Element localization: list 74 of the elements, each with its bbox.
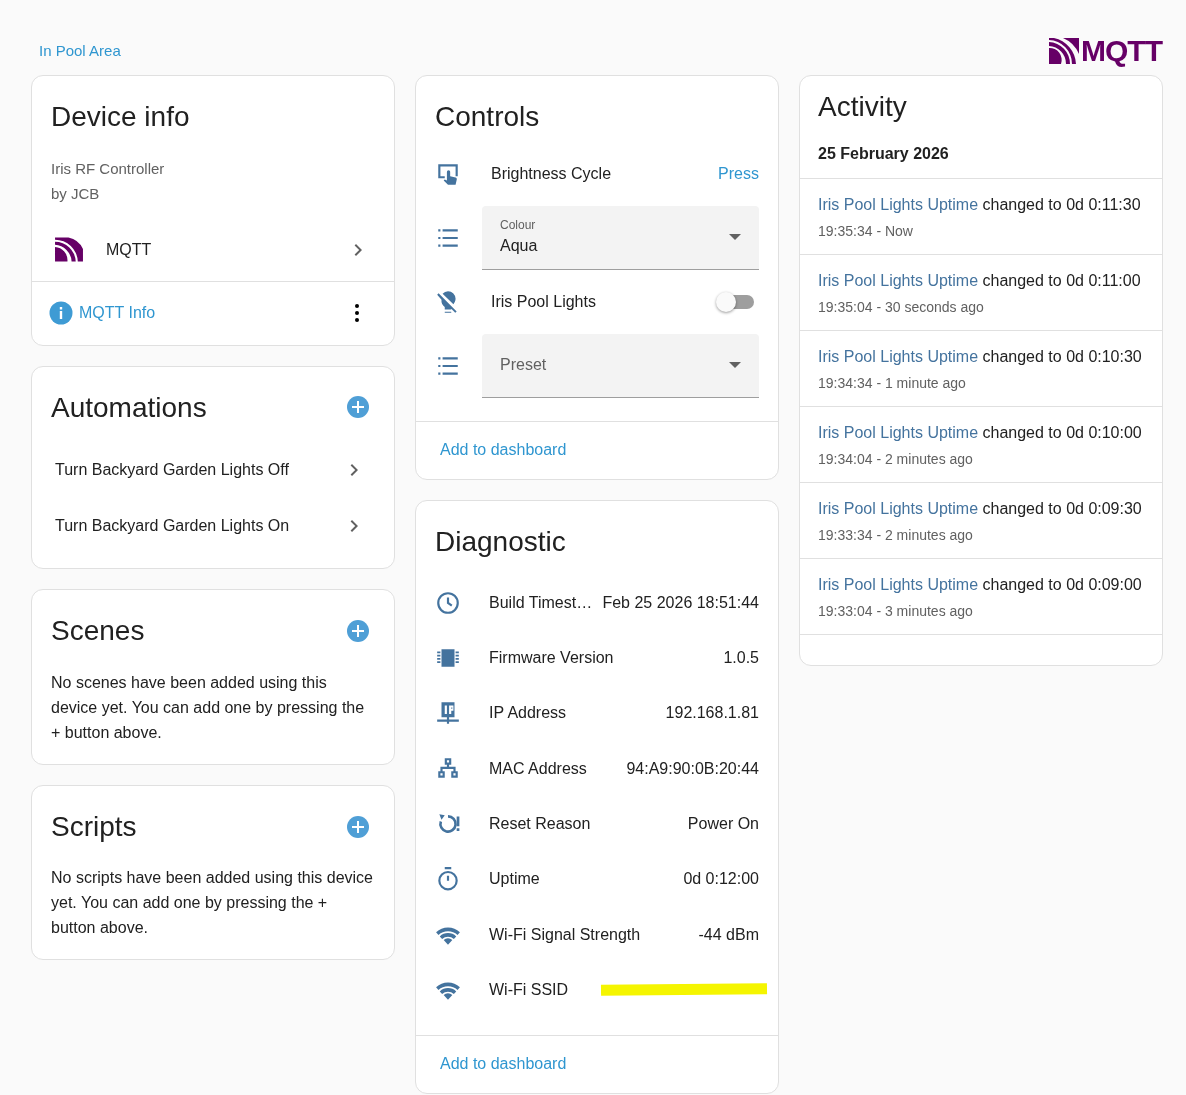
ip-network-icon xyxy=(435,700,461,727)
integration-row[interactable]: MQTT xyxy=(32,218,394,281)
toggle-switch[interactable] xyxy=(718,294,754,309)
entity-link[interactable]: Iris Pool Lights Uptime xyxy=(818,195,979,213)
select-field[interactable]: Colour Aqua xyxy=(482,205,759,270)
empty-message: No scenes have been added using this device yet. You can add one by pressing the + button above. xyxy=(50,672,366,743)
entity-link[interactable]: Iris Pool Lights Uptime xyxy=(818,499,979,517)
entity-link[interactable]: Iris Pool Lights Uptime xyxy=(818,423,979,441)
activity-time: 19:34:04 - 2 minutes ago xyxy=(818,449,974,469)
diagnostic-label: Firmware Version xyxy=(489,648,615,669)
field-label: Preset xyxy=(500,355,547,376)
card-title: Diagnostic xyxy=(434,524,567,559)
activity-message: Iris Pool Lights Uptime changed to 0d 0:11:30 xyxy=(818,194,1142,215)
add-to-dashboard-link[interactable]: Add to dashboard xyxy=(440,440,567,458)
automation-item[interactable]: Turn Backyard Garden Lights Off xyxy=(32,442,394,499)
activity-time: 19:33:34 - 2 minutes ago xyxy=(818,525,974,545)
field-label: Colour xyxy=(500,217,537,235)
diagnostic-value: Feb 25 2026 18:51:44 xyxy=(602,592,759,613)
automation-item[interactable]: Turn Backyard Garden Lights On xyxy=(32,498,394,555)
diagnostic-label: Uptime xyxy=(489,869,541,890)
card-title: Automations xyxy=(51,390,207,425)
add-icon[interactable] xyxy=(346,619,370,643)
activity-time: 19:35:34 - Now xyxy=(818,221,914,241)
device-manufacturer: by JCB xyxy=(51,183,101,204)
diagnostic-value: 0d 0:12:00 xyxy=(683,869,759,890)
add-icon[interactable] xyxy=(346,395,370,420)
card-title: Controls xyxy=(434,100,541,134)
logo-text: MQTT xyxy=(1081,36,1162,66)
diagnostic-value: 1.0.5 xyxy=(723,648,759,669)
card-title: Scenes xyxy=(51,614,145,648)
entity-link[interactable]: Iris Pool Lights Uptime xyxy=(818,575,979,593)
info-icon xyxy=(49,301,73,326)
mqtt-info-link[interactable]: MQTT Info xyxy=(79,301,355,326)
activity-message: Iris Pool Lights Uptime changed to 0d 0:09:30 xyxy=(818,498,1143,519)
activity-time: 19:33:04 - 3 minutes ago xyxy=(818,601,974,621)
dropdown-arrow-icon xyxy=(729,362,741,369)
diagnostic-label: Wi-Fi Signal Strength xyxy=(489,924,642,945)
activity-message: Iris Pool Lights Uptime changed to 0d 0:10:30 xyxy=(818,346,1143,367)
press-button[interactable]: Press xyxy=(718,161,759,186)
card-title: Device info xyxy=(51,100,191,134)
mqtt-logo-icon xyxy=(1049,38,1079,64)
add-to-dashboard-link[interactable]: Add to dashboard xyxy=(440,1054,567,1072)
timer-icon xyxy=(435,866,461,893)
activity-time: 19:34:34 - 1 minute ago xyxy=(818,373,967,393)
entity-link[interactable]: Iris Pool Lights Uptime xyxy=(818,347,979,365)
diagnostic-label: Reset Reason xyxy=(489,814,592,834)
diagnostic-label: MAC Address xyxy=(489,758,588,779)
add-icon[interactable] xyxy=(346,814,370,839)
diagnostic-value: -44 dBm xyxy=(698,924,759,945)
field-value: Aqua xyxy=(500,236,538,257)
empty-message: No scripts have been added using this device yet. You can add one by pressing the + button above. xyxy=(50,868,374,939)
activity-message: Iris Pool Lights Uptime changed to 0d 0:09:00 xyxy=(818,574,1143,595)
diagnostic-label: IP Address xyxy=(489,703,568,724)
more-options-icon[interactable] xyxy=(355,303,359,324)
activity-date: 25 February 2026 xyxy=(817,143,950,164)
card-title: Scripts xyxy=(51,809,137,844)
control-label: Brightness Cycle xyxy=(491,163,613,184)
control-label: Iris Pool Lights xyxy=(491,291,597,312)
diagnostic-value: 94:A9:90:0B:20:44 xyxy=(626,758,759,779)
entity-link[interactable]: Iris Pool Lights Uptime xyxy=(818,271,979,289)
dropdown-arrow-icon xyxy=(729,234,741,241)
area-link[interactable]: In Pool Area xyxy=(39,39,121,63)
card-title: Activity xyxy=(817,90,908,124)
activity-message: Iris Pool Lights Uptime changed to 0d 0:10:00 xyxy=(818,422,1143,443)
diagnostic-value: 192.168.1.81 xyxy=(665,703,759,724)
integration-name: MQTT xyxy=(106,239,153,260)
activity-time: 19:35:04 - 30 seconds ago xyxy=(818,297,985,317)
select-field[interactable]: Preset xyxy=(482,333,759,398)
diagnostic-value: Power On xyxy=(687,814,759,834)
diagnostic-label: Build Timest… xyxy=(489,592,594,613)
device-model: Iris RF Controller xyxy=(51,158,166,179)
diagnostic-label: Wi-Fi SSID xyxy=(489,979,570,1000)
clock-icon xyxy=(435,589,461,616)
activity-message: Iris Pool Lights Uptime changed to 0d 0:11:00 xyxy=(818,270,1142,291)
